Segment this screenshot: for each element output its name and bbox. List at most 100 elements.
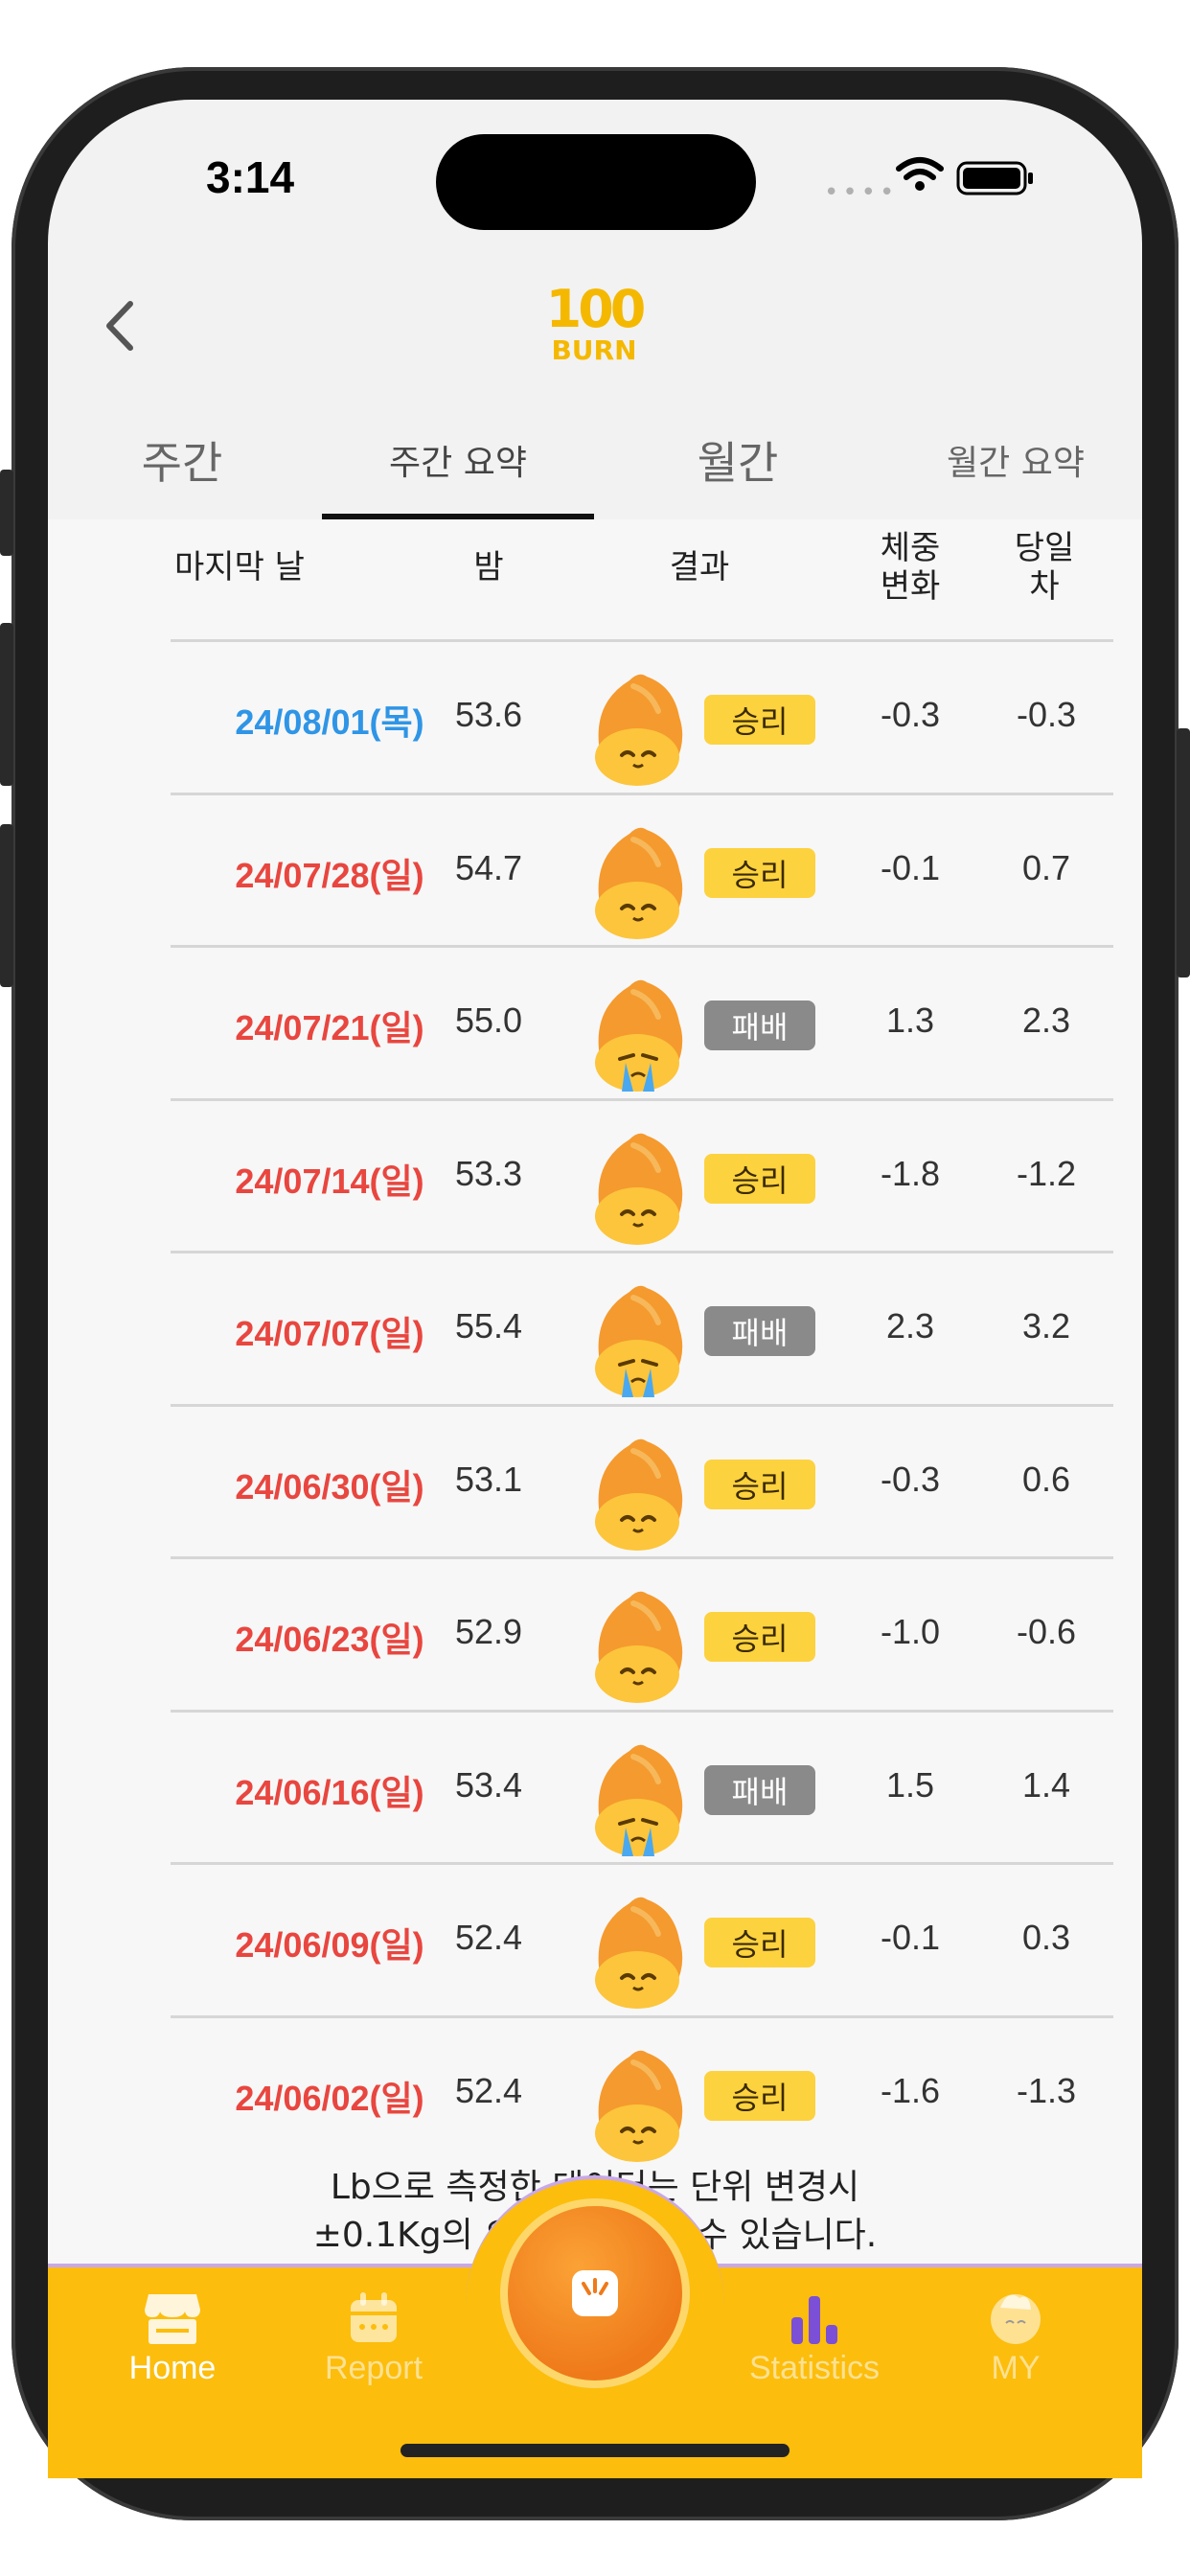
table-row[interactable]: 24/07/07(일) 55.4 패배 2.3 3.2 <box>48 1254 1142 1407</box>
battery-icon <box>956 161 1033 196</box>
row-weight-change: -0.3 <box>880 695 941 734</box>
row-bam: 53.4 <box>454 1764 523 1805</box>
row-bam: 55.0 <box>454 1000 523 1040</box>
tab-weekly-summary[interactable]: 주간 요약 <box>322 402 594 518</box>
logo-number: 100 <box>545 279 647 339</box>
table-row[interactable]: 24/08/01(목) 53.6 승리 -0.3 -0.3 <box>48 642 1142 795</box>
result-badge: 승리 <box>704 1459 815 1509</box>
header-weight-change-line2: 변화 <box>880 567 941 606</box>
header-divider <box>171 639 1113 642</box>
row-bam: 52.4 <box>454 2070 523 2110</box>
row-bam: 53.6 <box>454 695 523 734</box>
home-indicator <box>400 2444 790 2457</box>
row-weight-change: -1.0 <box>880 1612 941 1651</box>
store-icon <box>145 2294 200 2344</box>
power-button <box>1177 728 1190 978</box>
logo-word: BURN <box>551 334 637 366</box>
row-day-diff: 3.2 <box>1021 1306 1071 1346</box>
header-bam: 밤 <box>473 548 504 586</box>
mute-switch <box>0 470 13 556</box>
header-day-diff: 당일 차 <box>992 529 1097 606</box>
table-row[interactable]: 24/06/23(일) 52.9 승리 -1.0 -0.6 <box>48 1559 1142 1713</box>
row-date: 24/08/01(목) <box>235 702 424 742</box>
tab-monthly[interactable]: 월간 <box>642 402 834 518</box>
header-day-diff-line1: 당일 <box>1014 529 1075 567</box>
table-row[interactable]: 24/06/30(일) 53.1 승리 -0.3 0.6 <box>48 1407 1142 1560</box>
bar-chart-icon <box>791 2296 837 2344</box>
dynamic-island <box>436 134 756 230</box>
result-badge: 패배 <box>704 1306 815 1356</box>
row-date: 24/06/02(일) <box>235 2078 424 2118</box>
chevron-left-icon <box>106 301 133 351</box>
result-badge: 승리 <box>704 695 815 745</box>
tab-report[interactable]: Report <box>268 2279 479 2387</box>
happy-mascot-icon <box>580 1886 704 2011</box>
tab-monthly-summary[interactable]: 월간 요약 <box>891 402 1140 518</box>
crying-mascot-icon <box>580 1734 704 1858</box>
row-date: 24/07/21(일) <box>235 1008 424 1047</box>
tab-home[interactable]: Home <box>67 2279 278 2387</box>
header-weight-change-line1: 체중 <box>880 529 941 567</box>
table-row[interactable]: 24/07/14(일) 53.3 승리 -1.8 -1.2 <box>48 1101 1142 1254</box>
row-day-diff: 0.3 <box>1021 1918 1071 1957</box>
happy-mascot-icon <box>580 1122 704 1247</box>
row-bam: 55.4 <box>454 1306 523 1346</box>
avatar-icon <box>991 2294 1041 2344</box>
header-weight-change: 체중 변화 <box>853 529 968 606</box>
volume-down-button <box>0 824 13 987</box>
row-day-diff: 0.6 <box>1021 1459 1071 1499</box>
header-result: 결과 <box>669 548 730 586</box>
row-weight-change: -0.1 <box>880 1918 941 1957</box>
table-row[interactable]: 24/07/28(일) 54.7 승리 -0.1 0.7 <box>48 795 1142 949</box>
row-date: 24/07/28(일) <box>235 855 424 895</box>
result-badge: 승리 <box>704 1612 815 1662</box>
tab-weekly[interactable]: 주간 <box>105 402 259 518</box>
row-weight-change: -1.6 <box>880 2070 941 2110</box>
row-date: 24/06/23(일) <box>235 1620 424 1659</box>
row-bam: 53.3 <box>454 1153 523 1193</box>
result-badge: 승리 <box>704 847 815 898</box>
row-date: 24/06/30(일) <box>235 1466 424 1506</box>
table-row[interactable]: 24/06/09(일) 52.4 승리 -0.1 0.3 <box>48 1865 1142 2018</box>
status-time: 3:14 <box>206 152 295 202</box>
row-bam: 53.1 <box>454 1459 523 1499</box>
row-bam: 52.9 <box>454 1612 523 1651</box>
wifi-icon <box>896 157 944 191</box>
crying-mascot-icon <box>580 1275 704 1399</box>
result-badge: 패배 <box>704 1000 815 1050</box>
tab-my[interactable]: MY <box>910 2279 1121 2387</box>
happy-mascot-icon <box>580 2039 704 2164</box>
volume-up-button <box>0 623 13 786</box>
row-day-diff: 1.4 <box>1021 1764 1071 1805</box>
happy-mascot-icon <box>580 816 704 941</box>
result-badge: 승리 <box>704 1153 815 1204</box>
table-row[interactable]: 24/07/21(일) 55.0 패배 1.3 2.3 <box>48 948 1142 1101</box>
row-weight-change: -1.8 <box>880 1153 941 1193</box>
row-day-diff: -0.6 <box>1016 1612 1077 1651</box>
tab-report-label: Report <box>324 2350 423 2386</box>
row-date: 24/07/07(일) <box>235 1314 424 1353</box>
row-date: 24/06/09(일) <box>235 1925 424 1965</box>
row-weight-change: -0.1 <box>880 847 941 887</box>
header-day-diff-line2: 차 <box>1029 567 1060 606</box>
weekly-summary-table: 마지막 날 밤 결과 체중 변화 당일 차 24/08/01(목) 53.6 승리 -… <box>48 519 1142 2264</box>
table-row[interactable]: 24/06/02(일) 52.4 승리 -1.6 -1.3 <box>48 2018 1142 2172</box>
status-icons <box>891 153 1044 205</box>
row-bam: 52.4 <box>454 1918 523 1957</box>
result-badge: 승리 <box>704 1918 815 1967</box>
cellular-signal-icon: •••• <box>824 178 899 207</box>
row-date: 24/07/14(일) <box>235 1161 424 1201</box>
tab-my-label: MY <box>991 2350 1041 2386</box>
tab-statistics[interactable]: Statistics <box>709 2279 920 2387</box>
calendar-icon <box>351 2292 397 2342</box>
scale-icon <box>572 2270 618 2316</box>
row-weight-change: 1.5 <box>885 1764 935 1805</box>
table-row[interactable]: 24/06/16(일) 53.4 패배 1.5 1.4 <box>48 1713 1142 1866</box>
happy-mascot-icon <box>580 663 704 788</box>
back-button[interactable] <box>96 288 144 364</box>
row-weight-change: 1.3 <box>885 1000 935 1040</box>
row-bam: 54.7 <box>454 847 523 887</box>
crying-mascot-icon <box>580 969 704 1093</box>
scale-button[interactable] <box>508 2206 682 2380</box>
tab-home-label: Home <box>128 2350 217 2386</box>
